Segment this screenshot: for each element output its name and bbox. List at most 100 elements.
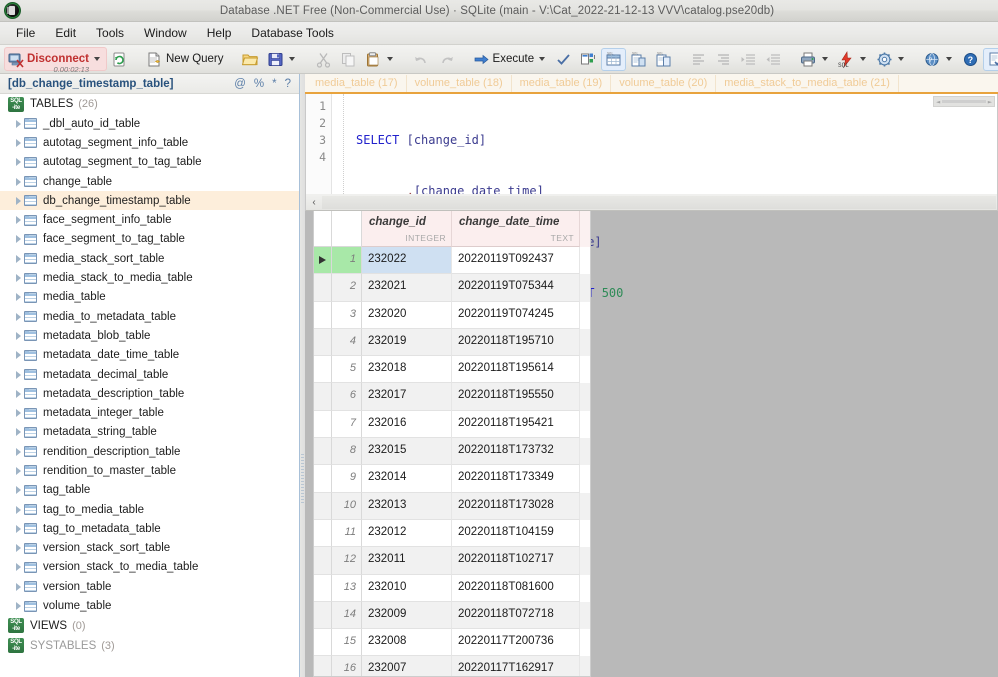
expander-icon[interactable] xyxy=(12,274,24,283)
cell-change-date-time[interactable]: 20220117T162917 xyxy=(452,656,580,676)
tree-item-table[interactable]: tag_to_media_table xyxy=(0,500,299,519)
at-icon[interactable]: @ xyxy=(230,78,250,90)
row-selector[interactable] xyxy=(314,601,332,630)
cell-change-date-time[interactable]: 20220118T081600 xyxy=(452,574,580,602)
export-button[interactable] xyxy=(983,47,998,71)
cell-change-date-time[interactable]: 20220119T075344 xyxy=(452,274,580,302)
table-row[interactable]: 14 232009 20220118T072718 xyxy=(314,601,590,630)
expander-icon[interactable] xyxy=(12,447,24,456)
tree-item-table[interactable]: volume_table xyxy=(0,596,299,615)
cell-change-date-time[interactable]: 20220118T102717 xyxy=(452,547,580,575)
cell-change-id[interactable]: 232019 xyxy=(362,328,452,357)
row-selector[interactable] xyxy=(314,629,332,657)
tree-item-table[interactable]: metadata_string_table xyxy=(0,423,299,442)
table-row[interactable]: 1 232022 20220119T092437 xyxy=(314,247,590,275)
menu-help[interactable]: Help xyxy=(198,23,241,43)
expander-icon[interactable] xyxy=(12,119,24,128)
expander-icon[interactable] xyxy=(12,158,24,167)
row-selector[interactable] xyxy=(314,383,332,411)
expander-icon[interactable] xyxy=(12,177,24,186)
results-to-file-button[interactable]: SQL xyxy=(651,48,676,71)
row-selector[interactable] xyxy=(314,301,332,329)
table-row[interactable]: 2 232021 20220119T075344 xyxy=(314,274,590,302)
cell-change-id[interactable]: 232014 xyxy=(362,465,452,493)
row-selector[interactable] xyxy=(314,438,332,466)
cell-change-id[interactable]: 232012 xyxy=(362,519,452,548)
expander-icon[interactable] xyxy=(12,428,24,437)
tab-volume-table-20[interactable]: volume_table (20) xyxy=(611,75,717,92)
asterisk-icon[interactable]: * xyxy=(268,78,280,90)
tree-item-table[interactable]: metadata_blob_table xyxy=(0,326,299,345)
expander-icon[interactable] xyxy=(12,196,24,205)
menu-tools[interactable]: Tools xyxy=(87,23,133,43)
redo-button[interactable] xyxy=(434,48,459,71)
expander-icon[interactable] xyxy=(12,486,24,495)
table-row[interactable]: 10 232013 20220118T173028 xyxy=(314,492,590,520)
row-selector[interactable] xyxy=(314,465,332,493)
results-to-grid-button[interactable]: SQL xyxy=(601,47,627,71)
grid-column-header-change-id[interactable]: change_id INTEGER xyxy=(362,211,452,247)
cell-change-id[interactable]: 232009 xyxy=(362,601,452,630)
tree-item-table[interactable]: rendition_description_table xyxy=(0,442,299,461)
results-to-text-button[interactable]: SQL xyxy=(626,48,651,71)
print-button[interactable] xyxy=(796,48,834,71)
expander-icon[interactable] xyxy=(12,409,24,418)
expander-icon[interactable] xyxy=(12,293,24,302)
row-selector[interactable] xyxy=(314,547,332,575)
tree-item-table[interactable]: change_table xyxy=(0,172,299,191)
undo-button[interactable] xyxy=(409,48,434,71)
table-row[interactable]: 12 232011 20220118T102717 xyxy=(314,547,590,575)
expander-icon[interactable] xyxy=(12,351,24,360)
expander-icon[interactable] xyxy=(12,582,24,591)
increase-indent-button[interactable] xyxy=(736,48,761,71)
menu-edit[interactable]: Edit xyxy=(46,23,85,43)
mini-scroll-right-arrow[interactable]: ► xyxy=(988,98,992,106)
cell-change-id[interactable]: 232020 xyxy=(362,301,452,329)
open-button[interactable] xyxy=(238,48,263,71)
tree-item-table[interactable]: autotag_segment_to_tag_table xyxy=(0,153,299,172)
object-explorer-tree[interactable]: SQL -ite TABLES (26) _dbl_auto_id_table a… xyxy=(0,94,299,677)
cell-change-date-time[interactable]: 20220119T074245 xyxy=(452,301,580,329)
cell-change-id[interactable]: 232013 xyxy=(362,492,452,520)
new-query-button[interactable]: New Query xyxy=(142,48,228,71)
decrease-indent-button[interactable] xyxy=(761,48,786,71)
tree-item-table[interactable]: tag_table xyxy=(0,481,299,500)
chevron-down-icon[interactable] xyxy=(860,57,867,61)
splitter-grip[interactable] xyxy=(301,454,304,504)
options-button[interactable] xyxy=(872,48,910,71)
expander-icon[interactable] xyxy=(12,216,24,225)
sql-tools-button[interactable]: SQL xyxy=(834,48,872,71)
grid-column-header-change-date-time[interactable]: change_date_time TEXT xyxy=(452,211,580,247)
table-row[interactable]: 11 232012 20220118T104159 xyxy=(314,519,590,548)
tree-item-table[interactable]: tag_to_metadata_table xyxy=(0,519,299,538)
chevron-down-icon[interactable] xyxy=(898,57,905,61)
percent-icon[interactable]: % xyxy=(250,78,268,90)
execute-button[interactable]: Execute xyxy=(469,48,552,71)
paste-button[interactable] xyxy=(361,48,399,71)
cell-change-date-time[interactable]: 20220118T173732 xyxy=(452,438,580,466)
cell-change-id[interactable]: 232017 xyxy=(362,383,452,411)
sql-editor[interactable]: 1 2 3 4 SELECT [change_id] ,[change_date… xyxy=(305,94,998,300)
menu-database-tools[interactable]: Database Tools xyxy=(242,23,343,43)
expander-icon[interactable] xyxy=(12,563,24,572)
cell-change-date-time[interactable]: 20220118T104159 xyxy=(452,519,580,548)
expander-icon[interactable] xyxy=(12,331,24,340)
cell-change-date-time[interactable]: 20220118T195550 xyxy=(452,383,580,411)
row-selector[interactable] xyxy=(314,492,332,520)
expander-icon[interactable] xyxy=(12,524,24,533)
help-button[interactable]: ? xyxy=(958,48,983,71)
cell-change-id[interactable]: 232011 xyxy=(362,547,452,575)
table-row[interactable]: 13 232010 20220118T081600 xyxy=(314,574,590,602)
table-row[interactable]: 15 232008 20220117T200736 xyxy=(314,629,590,657)
cell-change-date-time[interactable]: 20220118T173349 xyxy=(452,465,580,493)
cell-change-date-time[interactable]: 20220118T195421 xyxy=(452,410,580,439)
tree-item-table[interactable]: face_segment_to_tag_table xyxy=(0,230,299,249)
copy-button[interactable] xyxy=(336,48,361,71)
cell-change-id[interactable]: 232008 xyxy=(362,629,452,657)
editor-horizontal-scrollbar[interactable]: ‹ xyxy=(305,194,998,211)
expander-icon[interactable] xyxy=(12,466,24,475)
expander-icon[interactable] xyxy=(12,254,24,263)
table-row[interactable]: 6 232017 20220118T195550 xyxy=(314,383,590,411)
expander-icon[interactable] xyxy=(12,138,24,147)
tree-item-table[interactable]: metadata_date_time_table xyxy=(0,346,299,365)
